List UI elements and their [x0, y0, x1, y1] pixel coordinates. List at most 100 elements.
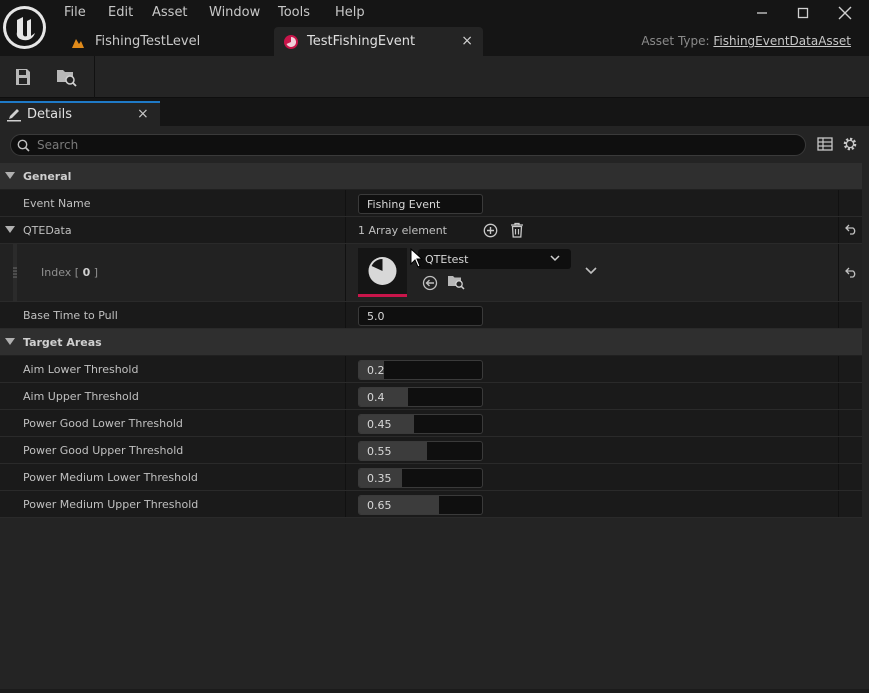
- property-row-index-0: Index [ 0 ] QTEtest: [0, 244, 862, 302]
- property-label: Aim Upper Threshold: [23, 390, 139, 403]
- threshold-slider-field[interactable]: 0.45: [358, 414, 483, 434]
- asset-picker-combo[interactable]: QTEtest: [418, 249, 571, 269]
- reset-column-divider: [838, 302, 839, 328]
- chevron-down-icon: [550, 255, 560, 262]
- view-options-icon[interactable]: [817, 137, 833, 151]
- threshold-slider-field[interactable]: 0.4: [358, 387, 483, 407]
- column-divider[interactable]: [345, 217, 346, 243]
- menu-help[interactable]: Help: [335, 5, 365, 20]
- property-label: Power Medium Lower Threshold: [23, 471, 198, 484]
- property-row-qte-data: QTEData 1 Array element: [0, 217, 862, 244]
- threshold-slider-field[interactable]: 0.2: [358, 360, 483, 380]
- field-value: Fishing Event: [367, 198, 441, 211]
- property-row-threshold: Aim Upper Threshold 0.4: [0, 383, 862, 410]
- menu-tools[interactable]: Tools: [278, 5, 310, 20]
- data-asset-thumbnail-icon: [368, 257, 397, 285]
- tab-test-fishing-event[interactable]: TestFishingEvent ×: [274, 27, 483, 56]
- tab-fishing-test-level[interactable]: FishingTestLevel: [58, 27, 272, 56]
- title-bar: File Edit Asset Window Tools Help Fishin…: [0, 0, 869, 56]
- category-label: Target Areas: [23, 336, 102, 349]
- asset-type-indicator: Asset Type: FishingEventDataAsset: [641, 34, 851, 48]
- property-label: Aim Lower Threshold: [23, 363, 139, 376]
- column-divider[interactable]: [345, 356, 346, 382]
- minimize-button[interactable]: [742, 0, 782, 26]
- event-name-field[interactable]: Fishing Event: [358, 194, 483, 214]
- property-label: Power Medium Upper Threshold: [23, 498, 199, 511]
- close-icon: [838, 6, 852, 20]
- drag-handle[interactable]: [13, 244, 17, 302]
- search-input[interactable]: Search: [10, 134, 806, 156]
- minimize-icon: [757, 12, 767, 14]
- browse-to-asset-icon[interactable]: [447, 274, 465, 290]
- property-label: Base Time to Pull: [23, 309, 118, 322]
- field-value: 0.35: [367, 472, 392, 485]
- expand-arrow-icon[interactable]: [5, 172, 15, 179]
- property-label: Event Name: [23, 197, 91, 210]
- gear-icon[interactable]: [842, 136, 858, 152]
- column-divider[interactable]: [345, 410, 346, 436]
- mouse-cursor-icon: [410, 248, 424, 268]
- search-icon: [17, 139, 30, 152]
- details-panel-tab[interactable]: Details ×: [0, 101, 160, 126]
- level-icon: [72, 39, 84, 48]
- property-row-base-time: Base Time to Pull 5.0: [0, 302, 862, 329]
- field-value: 5.0: [367, 310, 385, 323]
- threshold-slider-field[interactable]: 0.55: [358, 441, 483, 461]
- expand-chevron-icon[interactable]: [584, 265, 598, 275]
- threshold-slider-field[interactable]: 0.65: [358, 495, 483, 515]
- property-row-threshold: Power Good Lower Threshold 0.45: [0, 410, 862, 437]
- base-time-field[interactable]: 5.0: [358, 306, 483, 326]
- column-divider[interactable]: [345, 464, 346, 490]
- browse-to-asset-button[interactable]: [54, 65, 80, 89]
- field-value: 0.2: [367, 364, 385, 377]
- threshold-slider-field[interactable]: 0.35: [358, 468, 483, 488]
- panel-close-icon[interactable]: ×: [137, 106, 149, 122]
- menu-file[interactable]: File: [64, 5, 86, 20]
- reset-column-divider: [838, 217, 839, 243]
- details-pencil-icon: [7, 109, 21, 122]
- save-button[interactable]: [10, 65, 36, 89]
- details-tab-label: Details: [27, 107, 73, 122]
- column-divider[interactable]: [345, 437, 346, 463]
- reset-column-divider: [838, 491, 839, 517]
- field-value: 0.65: [367, 499, 392, 512]
- status-strip: [0, 689, 869, 693]
- column-divider[interactable]: [345, 190, 346, 216]
- search-placeholder: Search: [37, 138, 79, 152]
- property-label: Power Good Lower Threshold: [23, 417, 183, 430]
- maximize-button[interactable]: [783, 0, 823, 26]
- asset-type-label: Asset Type:: [641, 34, 710, 48]
- use-selected-asset-icon[interactable]: [422, 275, 438, 291]
- asset-thumbnail[interactable]: [358, 248, 407, 297]
- reset-column-divider: [838, 190, 839, 216]
- toolbar: [0, 56, 869, 98]
- property-row-threshold: Aim Lower Threshold 0.2: [0, 356, 862, 383]
- delete-elements-icon[interactable]: [510, 222, 524, 238]
- category-target-areas[interactable]: Target Areas: [0, 329, 862, 356]
- category-general[interactable]: General: [0, 163, 862, 190]
- browse-folder-icon: [57, 70, 77, 87]
- close-window-button[interactable]: [825, 0, 865, 26]
- unreal-logo[interactable]: [3, 6, 46, 49]
- array-element-count: 1 Array element: [358, 224, 447, 237]
- menu-asset[interactable]: Asset: [152, 5, 188, 20]
- menu-window[interactable]: Window: [209, 5, 260, 20]
- expand-arrow-icon[interactable]: [5, 338, 15, 345]
- expand-arrow-icon[interactable]: [5, 226, 15, 233]
- tab-close-icon[interactable]: ×: [461, 33, 473, 49]
- menu-edit[interactable]: Edit: [108, 5, 133, 20]
- category-label: General: [23, 170, 72, 183]
- column-divider[interactable]: [345, 383, 346, 409]
- column-divider[interactable]: [345, 302, 346, 328]
- field-value: 0.4: [367, 391, 385, 404]
- toolbar-separator: [94, 56, 95, 98]
- reset-column-divider: [838, 464, 839, 490]
- reset-to-default-icon[interactable]: [845, 267, 858, 278]
- add-element-icon[interactable]: [483, 223, 498, 238]
- reset-to-default-icon[interactable]: [845, 224, 858, 235]
- column-divider[interactable]: [345, 244, 346, 301]
- column-divider[interactable]: [345, 491, 346, 517]
- asset-type-link[interactable]: FishingEventDataAsset: [713, 34, 851, 48]
- tab-label: TestFishingEvent: [307, 34, 416, 49]
- property-row-threshold: Power Medium Upper Threshold 0.65: [0, 491, 862, 518]
